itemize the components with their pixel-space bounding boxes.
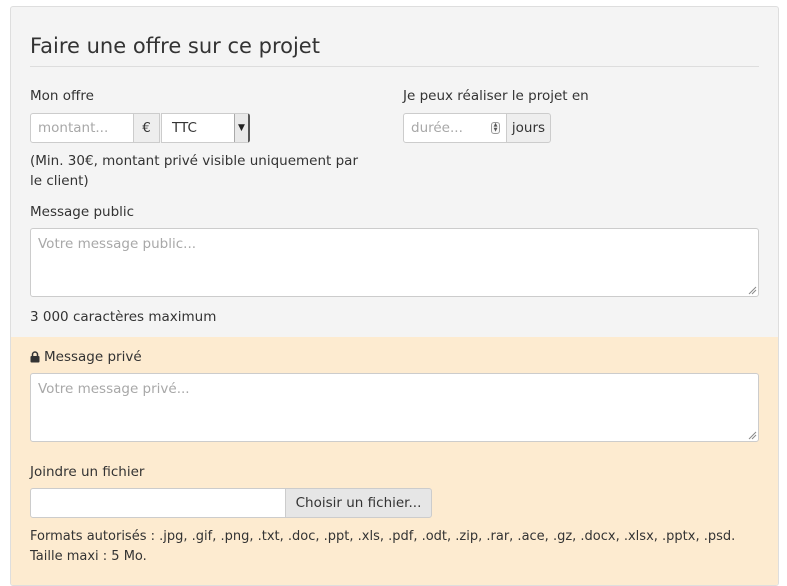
private-section: Message privé Joindre un fichier Choisir…	[11, 337, 778, 585]
resize-handle-icon[interactable]	[747, 285, 757, 295]
offer-hint: (Min. 30€, montant privé visible uniquem…	[30, 153, 359, 189]
number-spinner-icon[interactable]: ▲ ▼	[491, 122, 500, 134]
choose-file-button[interactable]: Choisir un fichier...	[285, 488, 432, 518]
private-message-heading: Message privé	[30, 349, 142, 365]
duration-label: Je peux réaliser le projet en	[403, 88, 589, 104]
formats-note: Formats autorisés : .jpg, .gif, .png, .t…	[30, 529, 736, 544]
offer-label: Mon offre	[30, 88, 94, 104]
file-name-field[interactable]	[30, 488, 286, 518]
duration-unit-addon: jours	[506, 113, 551, 143]
tax-select-value: TTC	[172, 120, 197, 136]
duration-field[interactable]: ▲▼	[403, 113, 507, 143]
public-message-limit: 3 000 caractères maximum	[30, 309, 217, 325]
private-message-label: Message privé	[44, 349, 142, 365]
public-message-label: Message public	[30, 204, 135, 220]
max-size-note: Taille maxi : 5 Mo.	[30, 549, 147, 564]
panel-title: Faire une offre sur ce projet	[30, 34, 320, 58]
offer-panel: Faire une offre sur ce projet Mon offre …	[10, 6, 779, 586]
chevron-down-icon: ▼	[234, 114, 248, 142]
resize-handle-icon[interactable]	[747, 430, 757, 440]
amount-input[interactable]	[30, 113, 134, 143]
attachment-label: Joindre un fichier	[30, 464, 145, 480]
tax-select[interactable]: TTC ▼	[161, 113, 250, 143]
private-message-textarea[interactable]	[30, 373, 759, 442]
currency-addon: €	[133, 113, 160, 143]
lock-icon	[30, 351, 40, 363]
public-message-textarea[interactable]	[30, 228, 759, 297]
title-divider	[30, 66, 759, 67]
